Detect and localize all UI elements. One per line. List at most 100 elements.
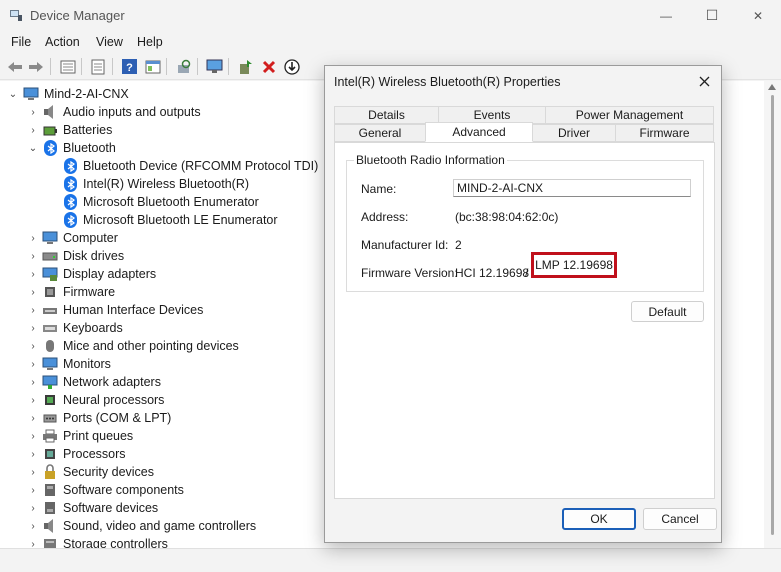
chevron-right-icon[interactable]: ›: [28, 269, 38, 280]
help-button[interactable]: ?: [120, 57, 139, 76]
category-bluetooth[interactable]: ⌄ Bluetooth: [28, 139, 116, 157]
category-software-components[interactable]: › Software components: [28, 481, 184, 499]
category-disk-drives[interactable]: › Disk drives: [28, 247, 124, 265]
category-software-devices[interactable]: › Software devices: [28, 499, 158, 517]
chevron-right-icon[interactable]: ›: [28, 395, 38, 406]
bluetooth-icon: [64, 212, 77, 228]
speaker-icon: [44, 105, 53, 119]
chevron-right-icon[interactable]: ›: [28, 107, 38, 118]
name-field[interactable]: MIND-2-AI-CNX: [453, 179, 691, 197]
chevron-down-icon[interactable]: ⌄: [8, 89, 18, 100]
category-security-devices[interactable]: › Security devices: [28, 463, 154, 481]
chevron-right-icon[interactable]: ›: [28, 287, 38, 298]
scroll-thumb[interactable]: [771, 95, 774, 535]
details-button[interactable]: [143, 57, 162, 76]
chevron-right-icon[interactable]: ›: [28, 503, 38, 514]
uninstall-icon: [262, 60, 275, 73]
dialog-close-button[interactable]: [691, 70, 717, 92]
category-batteries[interactable]: › Batteries: [28, 121, 112, 139]
tab-driver[interactable]: Driver: [532, 124, 616, 142]
chevron-right-icon[interactable]: ›: [28, 539, 38, 549]
category-computer[interactable]: › Computer: [28, 229, 118, 247]
menu-file[interactable]: File: [11, 35, 31, 49]
tree-root[interactable]: ⌄ Mind-2-AI-CNX: [8, 85, 129, 103]
close-icon: [699, 76, 709, 86]
device-bluetooth-rfcomm[interactable]: Bluetooth Device (RFCOMM Protocol TDI): [64, 157, 318, 175]
category-label: Sound, video and game controllers: [63, 519, 257, 533]
category-print-queues[interactable]: › Print queues: [28, 427, 133, 445]
category-label: Security devices: [63, 465, 155, 479]
tab-power-management[interactable]: Power Management: [545, 106, 714, 124]
tab-general[interactable]: General: [334, 124, 426, 142]
security-icon: [45, 464, 55, 479]
chevron-down-icon[interactable]: ⌄: [28, 143, 38, 154]
default-button[interactable]: Default: [631, 301, 704, 322]
chevron-right-icon[interactable]: ›: [28, 431, 38, 442]
category-processors[interactable]: › Processors: [28, 445, 125, 463]
forward-button[interactable]: [26, 57, 45, 76]
category-neural-processors[interactable]: › Neural processors: [28, 391, 164, 409]
chevron-right-icon[interactable]: ›: [28, 485, 38, 496]
tab-firmware[interactable]: Firmware: [615, 124, 714, 142]
category-display-adapters[interactable]: › Display adapters: [28, 265, 156, 283]
chevron-right-icon[interactable]: ›: [28, 305, 38, 316]
firmware-icon: [45, 287, 55, 297]
chevron-right-icon[interactable]: ›: [28, 323, 38, 334]
category-monitors[interactable]: › Monitors: [28, 355, 111, 373]
address-value: (bc:38:98:04:62:0c): [455, 210, 559, 224]
back-button[interactable]: [5, 57, 24, 76]
uninstall-button[interactable]: [259, 57, 278, 76]
chevron-right-icon[interactable]: ›: [28, 125, 38, 136]
maximize-button[interactable]: ☐: [689, 0, 735, 31]
update-driver-button[interactable]: [236, 57, 255, 76]
menu-action[interactable]: Action: [45, 35, 80, 49]
category-ports[interactable]: › Ports (COM & LPT): [28, 409, 171, 427]
scroll-up-icon[interactable]: [768, 84, 776, 90]
close-button[interactable]: ✕: [735, 0, 781, 31]
download-button[interactable]: [282, 57, 301, 76]
forward-arrow-icon: [28, 61, 43, 72]
device-ms-bluetooth-le-enumerator[interactable]: Microsoft Bluetooth LE Enumerator: [64, 211, 278, 229]
device-intel-wireless-bluetooth[interactable]: Intel(R) Wireless Bluetooth(R): [64, 175, 249, 193]
tab-details[interactable]: Details: [334, 106, 439, 124]
battery-icon: [43, 126, 57, 136]
scan-hardware-button[interactable]: [174, 57, 193, 76]
chevron-right-icon[interactable]: ›: [28, 359, 38, 370]
category-keyboards[interactable]: › Keyboards: [28, 319, 122, 337]
chevron-right-icon[interactable]: ›: [28, 413, 38, 424]
chevron-right-icon[interactable]: ›: [28, 251, 38, 262]
storage-icon: [44, 539, 56, 548]
device-label: Microsoft Bluetooth LE Enumerator: [83, 213, 278, 227]
category-firmware[interactable]: › Firmware: [28, 283, 115, 301]
bluetooth-icon: [44, 140, 57, 156]
category-storage-controllers[interactable]: › Storage controllers: [28, 535, 168, 548]
chevron-right-icon[interactable]: ›: [28, 341, 38, 352]
properties-sheet-button[interactable]: [58, 57, 77, 76]
minimize-button[interactable]: —: [643, 0, 689, 31]
device-ms-bluetooth-enumerator[interactable]: Microsoft Bluetooth Enumerator: [64, 193, 259, 211]
category-mice[interactable]: › Mice and other pointing devices: [28, 337, 238, 355]
lmp-version-highlight: LMP 12.19698: [531, 252, 617, 278]
processor-icon: [45, 449, 55, 459]
chevron-right-icon[interactable]: ›: [28, 377, 38, 388]
list-view-icon: [91, 59, 104, 74]
category-label: Print queues: [63, 429, 134, 443]
chevron-right-icon[interactable]: ›: [28, 449, 38, 460]
monitor-button[interactable]: [205, 57, 224, 76]
vertical-scrollbar[interactable]: [764, 81, 781, 548]
list-view-button[interactable]: [88, 57, 107, 76]
ok-button[interactable]: OK: [562, 508, 636, 530]
menu-view[interactable]: View: [96, 35, 123, 49]
category-network-adapters[interactable]: › Network adapters: [28, 373, 161, 391]
menu-help[interactable]: Help: [137, 35, 163, 49]
cancel-button[interactable]: Cancel: [643, 508, 717, 530]
tab-advanced[interactable]: Advanced: [425, 122, 533, 142]
chevron-right-icon[interactable]: ›: [28, 233, 38, 244]
category-sound-video[interactable]: › Sound, video and game controllers: [28, 517, 256, 535]
category-hid[interactable]: › Human Interface Devices: [28, 301, 203, 319]
chevron-right-icon[interactable]: ›: [28, 467, 38, 478]
chevron-right-icon[interactable]: ›: [28, 521, 38, 532]
category-audio[interactable]: › Audio inputs and outputs: [28, 103, 201, 121]
dialog-title: Intel(R) Wireless Bluetooth(R) Propertie…: [334, 75, 561, 89]
bluetooth-icon: [64, 176, 77, 192]
